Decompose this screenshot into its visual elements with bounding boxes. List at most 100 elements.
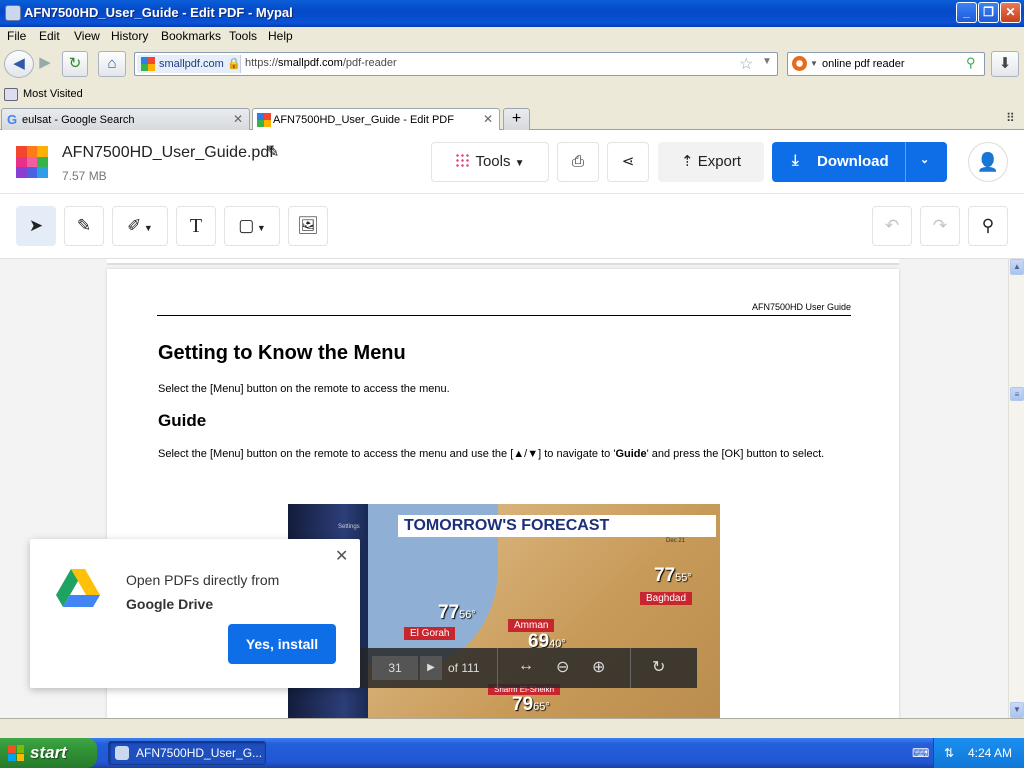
tab-grid-icon[interactable]: ⠿ (1006, 111, 1015, 125)
menu-help[interactable]: Help (268, 29, 293, 43)
next-page-button[interactable]: ▶ (420, 656, 442, 680)
google-icon: G (7, 112, 18, 127)
download-arrow-icon: ⬇ (998, 55, 1012, 72)
pdf-page-controls: 31 ▶ of 111 ↔ ⊖ ⊕ ↻ (360, 648, 697, 688)
doc-paragraph-1: Select the [Menu] button on the remote t… (158, 383, 450, 395)
windows-taskbar: start AFN7500HD_User_G... ⌨ ⇅ 4:24 AM (0, 738, 1024, 768)
export-button[interactable]: ⇡ Export (658, 142, 764, 182)
print-button[interactable]: ⎙ (557, 142, 599, 182)
forward-button[interactable]: ▶ (34, 51, 56, 77)
caret-down-icon: ▼ (514, 158, 525, 169)
highlighter-tool-button[interactable]: ✐ ▼ (112, 206, 168, 246)
network-icon[interactable]: ⇅ (944, 738, 954, 768)
home-icon: ⌂ (107, 55, 117, 72)
split-divider (905, 142, 906, 182)
tab-google-search[interactable]: G eulsat - Google Search ✕ (1, 108, 250, 130)
menu-bookmarks[interactable]: Bookmarks (161, 29, 221, 43)
rename-pencil-icon[interactable]: ✎ (266, 142, 279, 162)
cursor-arrow-icon: ➤ (28, 216, 44, 235)
smallpdf-app: AFN7500HD_User_Guide.pdf ✎ 7.57 MB Tools… (0, 130, 1024, 718)
download-button[interactable]: ⤓ Download ⌄ (772, 142, 947, 182)
menu-edit[interactable]: Edit (39, 29, 60, 43)
menu-file[interactable]: File (7, 29, 26, 43)
browser-icon (115, 746, 129, 760)
menu-view[interactable]: View (74, 29, 100, 43)
zoom-in-icon[interactable]: ⊕ (592, 657, 605, 677)
bookmark-most-visited[interactable]: Most Visited (23, 88, 83, 100)
scroll-thumb[interactable]: ≡ (1010, 387, 1024, 401)
url-dropdown-icon[interactable]: ▼ (762, 56, 772, 67)
redo-button[interactable]: ↷ (920, 206, 960, 246)
reload-button[interactable]: ↻ (62, 51, 88, 77)
search-document-button[interactable]: ⚲ (968, 206, 1008, 246)
text-icon: T (189, 215, 203, 237)
scroll-down-arrow[interactable]: ▼ (1010, 702, 1024, 718)
windows-logo-icon (8, 745, 24, 761)
printer-icon: ⎙ (571, 153, 584, 170)
tab-edit-pdf[interactable]: AFN7500HD_User_Guide - Edit PDF ✕ (252, 108, 500, 131)
bookmark-folder-icon (4, 88, 18, 101)
select-tool-button[interactable]: ➤ (16, 206, 56, 246)
shape-tool-button[interactable]: ▢ ▼ (224, 206, 280, 246)
page-number-input[interactable]: 31 (372, 656, 418, 680)
install-button[interactable]: Yes, install (228, 624, 336, 664)
download-icon: ⤓ (792, 152, 799, 169)
menu-bar: File Edit View History Bookmarks Tools H… (0, 27, 1024, 46)
close-window-button[interactable]: ✕ (1000, 2, 1021, 23)
baghdad-temp: 7755° (654, 565, 692, 586)
caret-down-icon: ▼ (141, 223, 153, 233)
magnifier-icon: ⚲ (981, 216, 995, 235)
rotate-icon[interactable]: ↻ (652, 657, 665, 677)
site-name: smallpdf.com (159, 58, 224, 70)
pencil-tool-button[interactable]: ✎ (64, 206, 104, 246)
lock-icon: 🔒 (227, 58, 241, 70)
back-button[interactable]: ◀ (4, 50, 34, 78)
zoom-out-icon[interactable]: ⊖ (556, 657, 569, 677)
smallpdf-favicon (257, 113, 271, 127)
window-titlebar[interactable]: AFN7500HD_User_Guide - Edit PDF - Mypal … (0, 0, 1024, 27)
close-tab-icon[interactable]: ✕ (233, 112, 243, 126)
back-arrow-icon: ◀ (13, 55, 25, 72)
image-icon: 🖼 (297, 216, 319, 235)
close-icon[interactable]: ✕ (335, 546, 348, 566)
search-input[interactable]: online pdf reader (822, 58, 905, 70)
user-account-icon[interactable]: 👤 (968, 142, 1008, 182)
search-engine-icon[interactable] (792, 56, 807, 71)
close-tab-icon[interactable]: ✕ (483, 112, 493, 126)
bookmark-star-icon[interactable]: ☆ (739, 54, 753, 74)
scroll-up-arrow[interactable]: ▲ (1010, 259, 1024, 275)
taskbar-window-button[interactable]: AFN7500HD_User_G... (108, 741, 266, 765)
undo-button[interactable]: ↶ (872, 206, 912, 246)
text-tool-button[interactable]: T (176, 206, 216, 246)
address-bar[interactable]: smallpdf.com 🔒 https://smallpdf.com/pdf-… (134, 52, 778, 76)
smallpdf-logo[interactable] (16, 146, 48, 178)
keyboard-icon[interactable]: ⌨ (912, 738, 929, 768)
downloads-button[interactable]: ⬇ (991, 51, 1019, 77)
grid-icon (455, 153, 470, 167)
site-identity[interactable]: smallpdf.com 🔒 (137, 55, 241, 73)
new-tab-button[interactable]: + (503, 108, 530, 130)
start-button[interactable]: start (0, 738, 97, 768)
search-icon[interactable]: ⚲ (966, 55, 976, 71)
upload-icon: ⇡ (680, 153, 694, 170)
el-gorah-temp: 7756° (438, 602, 476, 623)
clock[interactable]: 4:24 AM (968, 738, 1012, 768)
download-options-chevron-icon[interactable]: ⌄ (920, 153, 929, 166)
url-text[interactable]: https://smallpdf.com/pdf-reader (245, 57, 397, 69)
search-box[interactable]: ▼ online pdf reader ⚲ (787, 52, 985, 76)
tools-button[interactable]: Tools ▼ (431, 142, 549, 182)
maximize-button[interactable]: ❐ (978, 2, 999, 23)
engine-dropdown-icon[interactable]: ▼ (810, 59, 818, 68)
popup-message: Open PDFs directly from Google Drive (126, 572, 280, 612)
image-tool-button[interactable]: 🖼 (288, 206, 328, 246)
file-name: AFN7500HD_User_Guide.pdf (62, 144, 274, 161)
minimize-button[interactable]: _ (956, 2, 977, 23)
fit-width-icon[interactable]: ↔ (518, 657, 534, 675)
home-button[interactable]: ⌂ (98, 51, 126, 77)
menu-history[interactable]: History (111, 29, 148, 43)
baghdad-label: Baghdad (640, 592, 693, 605)
google-drive-icon (56, 569, 100, 607)
menu-tools[interactable]: Tools (229, 29, 257, 43)
share-button[interactable]: ⋖ (607, 142, 649, 182)
vertical-scrollbar[interactable]: ▲ ≡ ▼ (1008, 259, 1024, 718)
